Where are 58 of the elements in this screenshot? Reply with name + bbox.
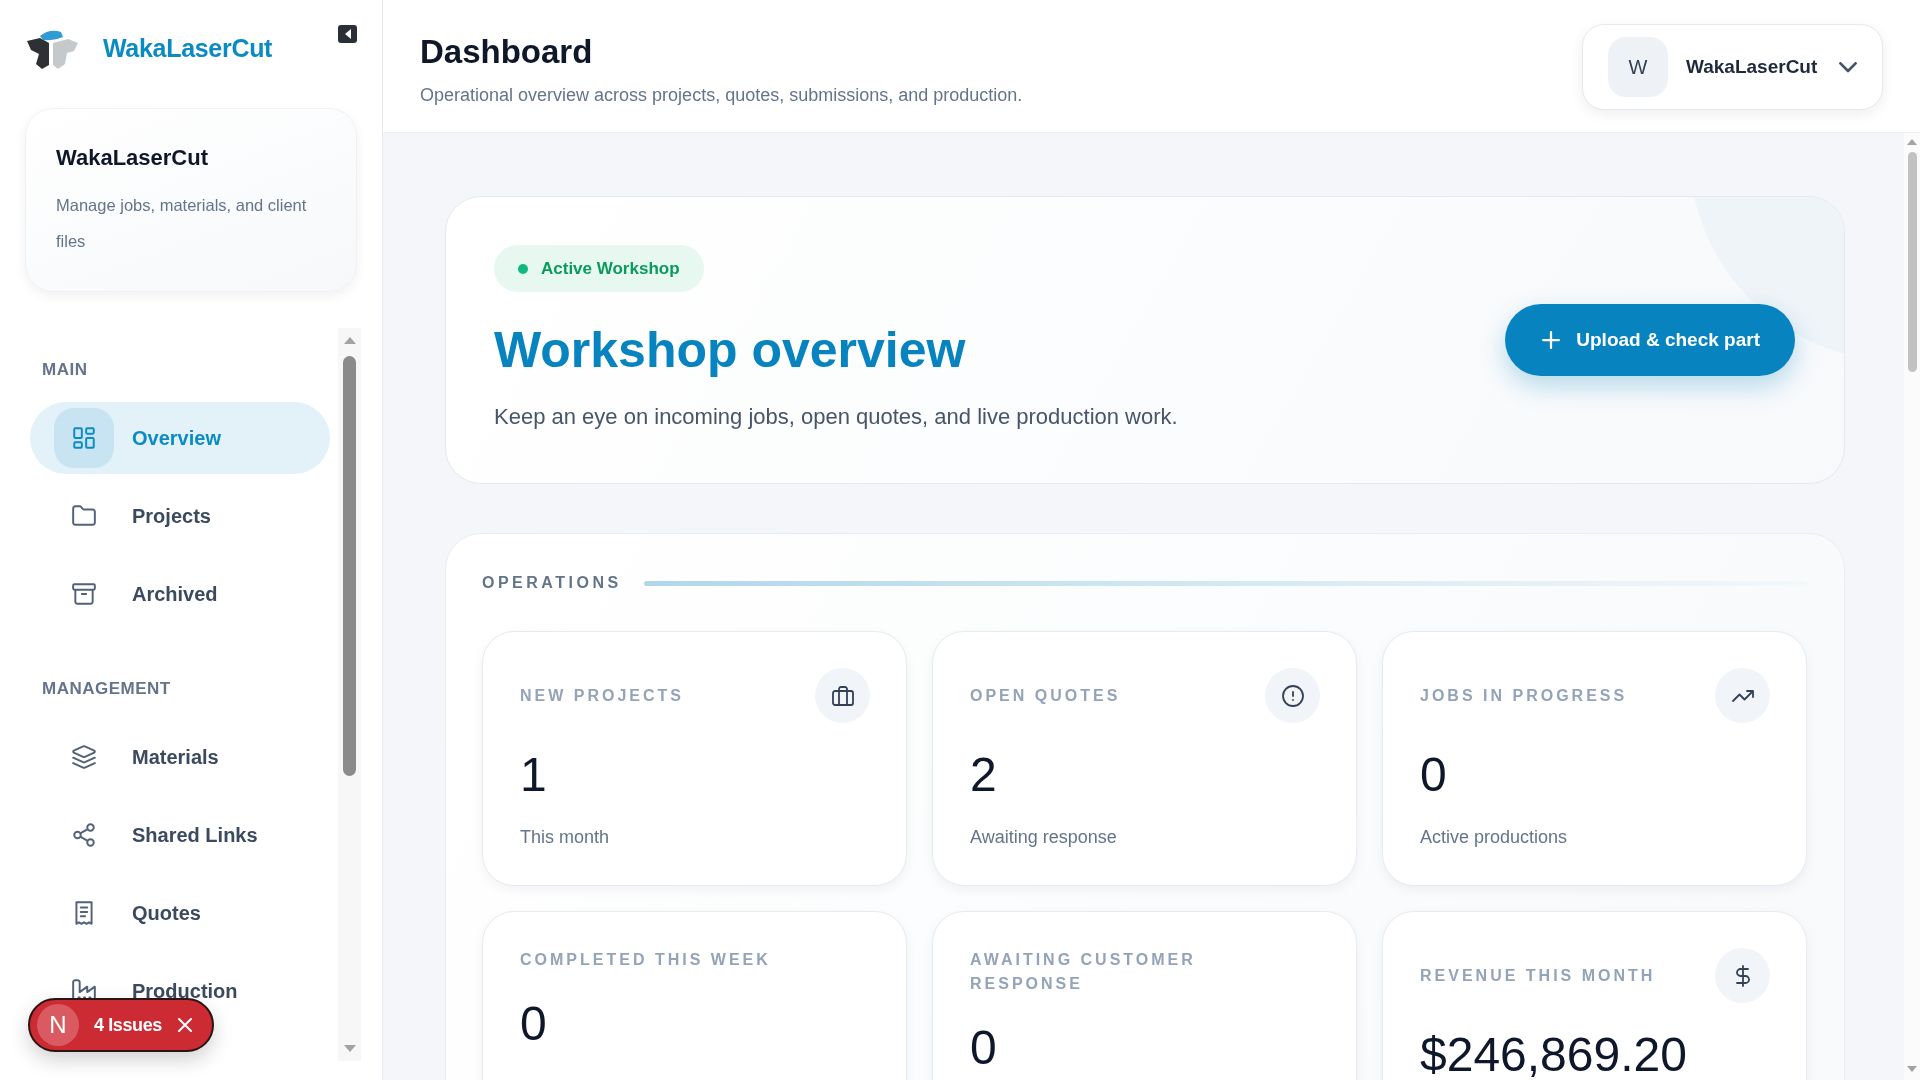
close-icon[interactable] (177, 1018, 192, 1032)
scroll-down-icon[interactable] (1907, 1066, 1917, 1072)
nav-item[interactable]: Projects (30, 480, 330, 552)
caret-left-icon[interactable] (344, 29, 351, 39)
chevron-down-icon[interactable] (1839, 61, 1857, 73)
stat-value: 0 (1420, 751, 1448, 799)
hero-title: Workshop overview (494, 321, 967, 380)
scroll-up-icon[interactable] (343, 337, 356, 344)
issues-toast[interactable]: N 4 Issues (28, 998, 214, 1052)
nav-item[interactable]: Quotes (30, 877, 330, 949)
stat-caption: Active productions (1420, 826, 1569, 849)
stat-value: 0 (520, 1000, 548, 1048)
stat-caption: This month (520, 826, 611, 849)
nav-item[interactable]: Archived (30, 558, 330, 630)
page-title: Dashboard (420, 32, 594, 72)
archive-box-icon (71, 581, 97, 607)
stat-caption: Awaiting response (970, 826, 1118, 849)
upload-button[interactable]: Upload & check part (1505, 304, 1795, 376)
scrollbar-thumb[interactable] (343, 356, 356, 776)
stat-value: 1 (520, 751, 548, 799)
scroll-up-icon[interactable] (1907, 139, 1917, 145)
stat-label: OPEN QUOTES (970, 685, 1121, 706)
avatar: W (1608, 37, 1668, 97)
plus-icon[interactable] (1542, 331, 1561, 349)
scroll-down-icon[interactable] (343, 1045, 356, 1052)
stat-value: $246,869.20 (1420, 1031, 1688, 1079)
section-heading: MAIN (41, 360, 89, 380)
status-dot-icon (518, 263, 528, 274)
section-heading: OPERATIONS (482, 573, 622, 593)
brand-name: WakaLaserCut (103, 34, 273, 63)
layers-icon (71, 744, 97, 770)
nav-item[interactable]: Shared Links (30, 799, 330, 871)
stat-label: JOBS IN PROGRESS (1420, 685, 1628, 706)
stat-label: COMPLETED THIS WEEK (520, 950, 771, 970)
share-icon (71, 822, 97, 848)
issues-count[interactable]: 4 Issues (94, 1014, 162, 1036)
section-heading: MANAGEMENT (41, 679, 172, 699)
stat-value: 0 (970, 1024, 998, 1072)
logo-icon (27, 28, 78, 69)
scrollbar-thumb[interactable] (1907, 152, 1917, 372)
status-label: Active Workshop (541, 258, 680, 279)
stat-label: REVENUE THIS MONTH (1420, 965, 1656, 986)
page-subtitle: Operational overview across projects, quotes, submissions, and production. (420, 84, 1023, 107)
layout-grid-icon (54, 408, 114, 468)
nav-item[interactable]: Materials (30, 721, 330, 793)
stat-label: AWAITING CUSTOMER RESPONSE (970, 950, 1197, 994)
stat-value: 2 (970, 751, 998, 799)
hero-description: Keep an eye on incoming jobs, open quotes, and live production work. (494, 403, 1178, 431)
stat-label: NEW PROJECTS (520, 685, 684, 706)
folder-icon (71, 503, 97, 529)
account-menu[interactable]: W WakaLaserCut (1582, 24, 1883, 110)
scrollbar[interactable] (338, 328, 361, 1061)
avatar: N (37, 1004, 79, 1046)
scrollbar[interactable] (1904, 133, 1920, 1080)
workspace-name: WakaLaserCut (56, 144, 209, 172)
account-name: WakaLaserCut (1686, 56, 1818, 78)
collapse-sidebar-button[interactable] (338, 25, 357, 43)
workspace-description: Manage jobs, materials, and client files (56, 195, 308, 252)
